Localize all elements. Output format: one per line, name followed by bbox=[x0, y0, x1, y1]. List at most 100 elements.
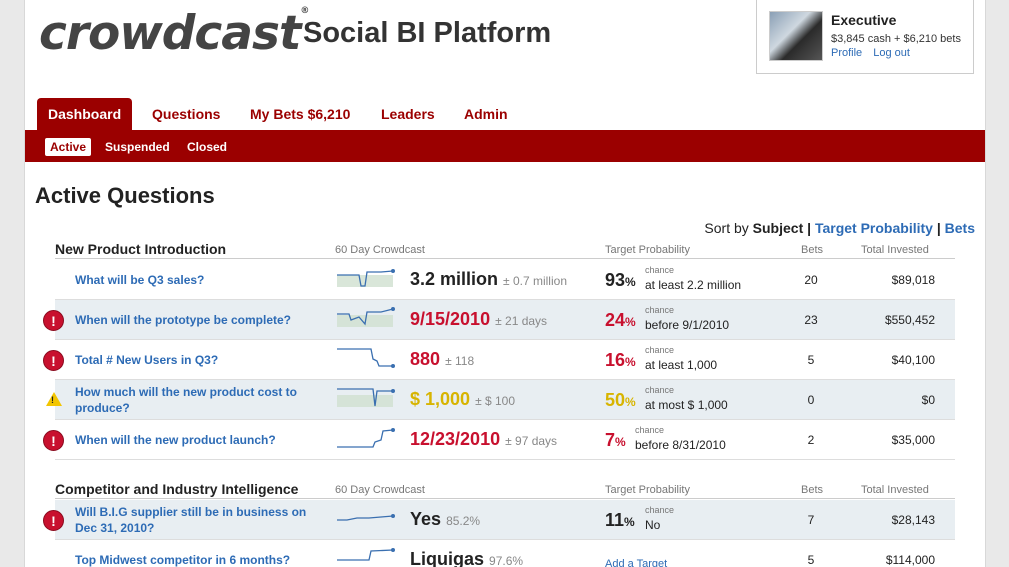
question-link[interactable]: Total # New Users in Q3? bbox=[75, 352, 315, 368]
col-bets: Bets bbox=[801, 484, 824, 496]
user-balance: $3,845 cash + $6,210 bets bbox=[831, 33, 961, 45]
crowdcast-sparkline[interactable] bbox=[337, 266, 397, 292]
tab-questions[interactable]: Questions bbox=[152, 98, 220, 130]
question-link[interactable]: What will be Q3 sales? bbox=[75, 272, 315, 288]
sort-separator: | bbox=[936, 220, 941, 236]
chance-label: chance bbox=[635, 425, 665, 435]
total-invested: $114,000 bbox=[885, 553, 935, 567]
question-link[interactable]: How much will the new product cost to pr… bbox=[75, 384, 315, 416]
question-link[interactable]: Will B.I.G supplier still be in business… bbox=[75, 504, 315, 536]
tab-my-bets[interactable]: My Bets $6,210 bbox=[250, 98, 350, 130]
crowdcast-sparkline[interactable] bbox=[337, 386, 397, 412]
sort-separator: | bbox=[807, 220, 812, 236]
total-invested: $89,018 bbox=[891, 273, 935, 287]
subnav-active[interactable]: Active bbox=[45, 138, 92, 156]
subnav-closed[interactable]: Closed bbox=[182, 138, 232, 156]
bets-count: 20 bbox=[804, 273, 818, 287]
target-probability: 50% bbox=[605, 390, 636, 410]
question-link[interactable]: Top Midwest competitor in 6 months? bbox=[75, 552, 315, 567]
table-row[interactable]: What will be Q3 sales? 3.2 million ± 0.7 … bbox=[55, 260, 955, 300]
crowdcast-sparkline[interactable] bbox=[337, 506, 397, 532]
target-text: before 8/31/2010 bbox=[635, 438, 726, 452]
question-link[interactable]: When will the prototype be complete? bbox=[75, 312, 315, 328]
target-text: at least 1,000 bbox=[645, 358, 718, 372]
chance-label: chance bbox=[645, 305, 675, 315]
warning-triangle-icon bbox=[46, 392, 62, 406]
crowdcast-value: 880 ± 118 bbox=[410, 349, 475, 369]
sort-controls: Sort by Subject | Target Probability | B… bbox=[704, 220, 975, 236]
crowdcast-value: Yes 85.2% bbox=[410, 509, 481, 529]
total-invested: $28,143 bbox=[891, 513, 935, 527]
sub-nav: Active Suspended Closed bbox=[25, 130, 985, 162]
chance-label: chance bbox=[645, 385, 675, 395]
table-row[interactable]: Top Midwest competitor in 6 months? Liqui… bbox=[55, 540, 955, 567]
margin-value: ± 97 days bbox=[505, 434, 558, 448]
exclamation-circle-icon: ! bbox=[43, 350, 64, 371]
margin-value: 85.2% bbox=[446, 514, 481, 528]
col-total-invested: Total Invested bbox=[861, 484, 929, 496]
margin-value: ± 0.7 million bbox=[503, 274, 567, 288]
tab-dashboard[interactable]: Dashboard bbox=[37, 98, 133, 130]
bets-count: 5 bbox=[807, 553, 815, 567]
table-row[interactable]: ! Will B.I.G supplier still be in busines… bbox=[43, 500, 955, 540]
chance-label: chance bbox=[645, 505, 675, 515]
chance-label: chance bbox=[645, 345, 675, 355]
col-total-invested: Total Invested bbox=[861, 244, 929, 256]
crowdcast-sparkline[interactable] bbox=[337, 546, 397, 567]
warning-mark: ! bbox=[51, 395, 54, 405]
crowdcast-value: $ 1,000 ± $ 100 bbox=[410, 389, 516, 409]
crowdcast-value: 9/15/2010 ± 21 days bbox=[410, 309, 548, 329]
col-target-probability: Target Probability bbox=[605, 484, 690, 496]
page: crowdcast® Social BI Platform Executive … bbox=[24, 0, 986, 567]
sort-prefix: Sort by bbox=[704, 220, 749, 236]
col-bets: Bets bbox=[801, 244, 824, 256]
bets-count: 5 bbox=[807, 353, 815, 367]
crowdcast-sparkline[interactable] bbox=[337, 306, 397, 332]
question-link[interactable]: When will the new product launch? bbox=[75, 432, 315, 448]
target-text: No bbox=[645, 518, 661, 532]
target-text: at most $ 1,000 bbox=[645, 398, 728, 412]
crowdcast-value: Liquigas 97.6% bbox=[410, 549, 524, 567]
exclamation-circle-icon: ! bbox=[43, 310, 64, 331]
section-header: Competitor and Industry Intelligence 60 D… bbox=[55, 481, 955, 499]
sort-subject[interactable]: Subject bbox=[753, 220, 804, 236]
target-text: before 9/1/2010 bbox=[645, 318, 730, 332]
table-row[interactable]: ! Total # New Users in Q3? 880 ± 118 16% cha… bbox=[43, 340, 955, 380]
platform-title: Social BI Platform bbox=[303, 17, 552, 49]
chance-label: chance bbox=[645, 265, 675, 275]
user-panel: Executive $3,845 cash + $6,210 bets Prof… bbox=[756, 0, 974, 74]
sort-target-probability[interactable]: Target Probability bbox=[815, 220, 933, 236]
crowdcast-sparkline[interactable] bbox=[337, 346, 397, 372]
table-row[interactable]: ! When will the prototype be complete? 9/1… bbox=[43, 300, 955, 340]
tab-leaders[interactable]: Leaders bbox=[381, 98, 435, 130]
margin-value: ± 21 days bbox=[495, 314, 548, 328]
crowdcast-value: 12/23/2010 ± 97 days bbox=[410, 429, 558, 449]
exclamation-circle-icon: ! bbox=[43, 510, 64, 531]
bets-count: 23 bbox=[804, 313, 818, 327]
crowdcast-logo[interactable]: crowdcast® bbox=[39, 6, 309, 61]
target-probability: 11% bbox=[605, 510, 635, 530]
section-name: New Product Introduction bbox=[55, 241, 227, 257]
target-probability: 24% bbox=[605, 310, 636, 330]
margin-value: 97.6% bbox=[489, 554, 524, 567]
bets-count: 7 bbox=[807, 513, 815, 527]
table-row[interactable]: ! When will the new product launch? 12/23/… bbox=[43, 420, 955, 460]
margin-value: ± 118 bbox=[445, 354, 475, 368]
add-target-link[interactable]: Add a Target bbox=[605, 558, 667, 567]
col-target-probability: Target Probability bbox=[605, 244, 690, 256]
page-title: Active Questions bbox=[35, 183, 215, 208]
exclamation-circle-icon: ! bbox=[43, 430, 64, 451]
logout-link[interactable]: Log out bbox=[873, 47, 910, 59]
table-row[interactable]: ! How much will the new product cost to p… bbox=[46, 380, 955, 420]
crowdcast-sparkline[interactable] bbox=[337, 426, 397, 452]
sort-bets[interactable]: Bets bbox=[945, 220, 975, 236]
total-invested: $550,452 bbox=[884, 313, 935, 327]
bets-count: 2 bbox=[807, 433, 815, 447]
col-crowdcast: 60 Day Crowdcast bbox=[335, 484, 425, 496]
subnav-suspended[interactable]: Suspended bbox=[100, 138, 175, 156]
target-text: at least 2.2 million bbox=[645, 278, 742, 292]
target-probability: 7% bbox=[605, 430, 626, 450]
tab-admin[interactable]: Admin bbox=[464, 98, 508, 130]
section-header: New Product Introduction 60 Day Crowdcast… bbox=[55, 241, 955, 259]
profile-link[interactable]: Profile bbox=[831, 47, 862, 59]
